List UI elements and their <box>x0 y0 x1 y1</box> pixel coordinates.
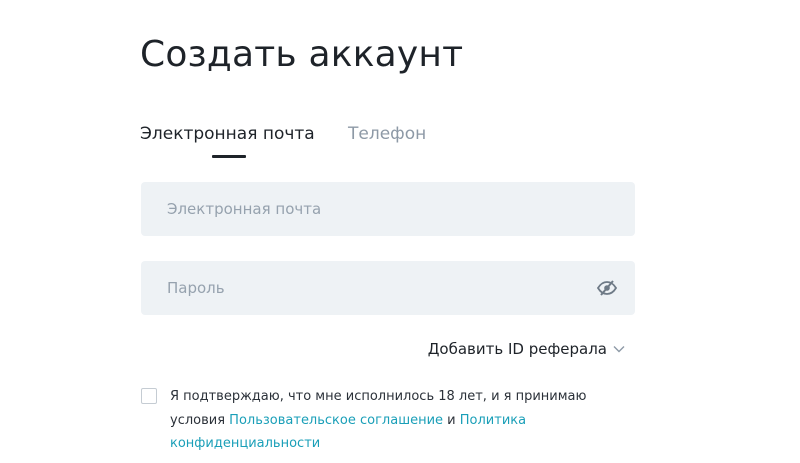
tab-email[interactable]: Электронная почта <box>140 122 315 146</box>
signup-method-tabs: Электронная почта Телефон <box>140 122 560 162</box>
password-field-container <box>141 261 635 315</box>
tab-phone[interactable]: Телефон <box>348 122 426 146</box>
email-input[interactable] <box>141 182 635 236</box>
age-terms-checkbox[interactable] <box>141 388 157 404</box>
consent-text: Я подтверждаю, что мне исполнилось 18 ле… <box>170 385 610 456</box>
consent-and: и <box>443 412 460 428</box>
eye-off-icon[interactable] <box>596 279 618 297</box>
add-referral-toggle[interactable]: Добавить ID реферала <box>428 340 625 358</box>
password-input[interactable] <box>141 261 635 315</box>
page-title: Создать аккаунт <box>140 34 464 75</box>
active-tab-indicator <box>212 155 246 158</box>
referral-label: Добавить ID реферала <box>427 340 607 358</box>
chevron-down-icon <box>613 346 625 353</box>
terms-of-use-link[interactable]: Пользовательское соглашение <box>229 413 443 428</box>
email-field-container <box>141 182 635 236</box>
